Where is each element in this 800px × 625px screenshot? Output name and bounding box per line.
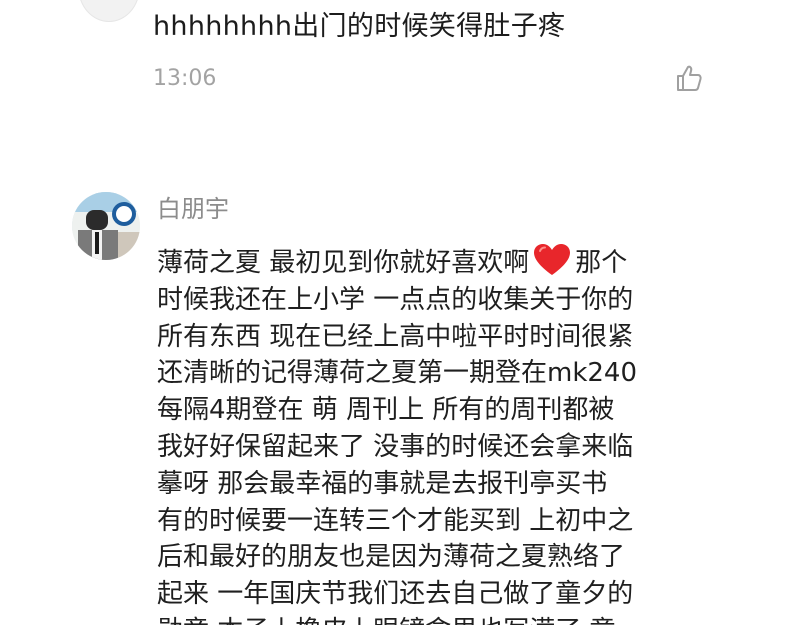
avatar[interactable] [78,0,140,22]
comment-line: 有的时候要一连转三个才能买到 上初中之 [157,505,634,536]
comment-line-text: 那个 [575,248,628,278]
comment-line: 摹呀 那会最幸福的事就是去报刊亭买书 [157,468,608,499]
comment-line: 勋章 本子上橡皮上眼镜盒里也写满了 童 [157,613,727,625]
thumbs-up-icon[interactable] [676,64,702,92]
avatar[interactable] [72,192,140,260]
comment-line: 时候我还在上小学 一点点的收集关于你的 [157,284,634,315]
comment-timestamp: 13:06 [153,66,217,91]
comment-line: 我好好保留起来了 没事的时候还会拿来临 [157,431,634,462]
avatar-photo [72,192,140,260]
comment-text: hhhhhhhh出门的时候笑得肚子疼 [153,11,566,42]
comment-username[interactable]: 白朋宇 [157,194,229,224]
comment-text: 薄荷之夏 最初见到你就好喜欢啊 那个 时候我还在上小学 一点点的收集关于你的 所… [157,243,727,625]
comment-line: 每隔4期登在 萌 周刊上 所有的周刊都被 [157,395,615,426]
comment-line-text: 薄荷之夏 最初见到你就好喜欢啊 [157,248,530,278]
comment-line: 起来 一年国庆节我们还去自己做了童夕的 [157,579,634,610]
comment-line: 所有东西 现在已经上高中啦平时时间很紧 [157,321,634,352]
comment-line: 后和最好的朋友也是因为薄荷之夏熟络了 [157,542,626,573]
comment-line: 还清晰的记得薄荷之夏第一期登在mk240 [157,358,638,389]
heart-icon [534,244,571,275]
comment-line: 薄荷之夏 最初见到你就好喜欢啊 那个 [157,243,727,282]
